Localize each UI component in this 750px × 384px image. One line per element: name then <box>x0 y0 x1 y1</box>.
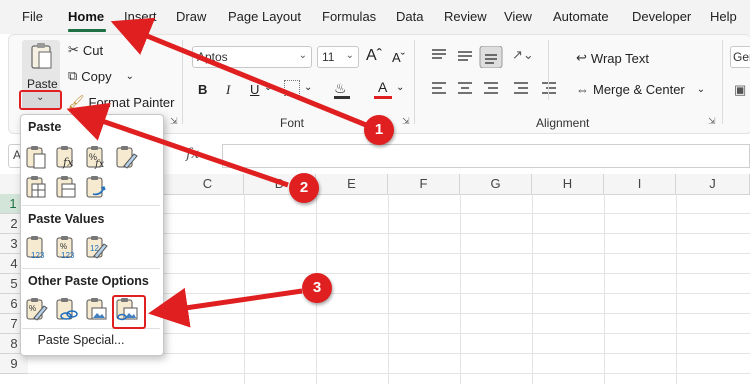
arrow-2 <box>66 102 289 188</box>
arrow-1 <box>110 17 367 128</box>
arrow-3 <box>148 287 303 328</box>
annotation-arrows <box>66 17 367 328</box>
step-3-badge: 3 <box>302 273 332 303</box>
step-2-badge: 2 <box>289 173 319 203</box>
step-1-badge: 1 <box>364 115 394 145</box>
